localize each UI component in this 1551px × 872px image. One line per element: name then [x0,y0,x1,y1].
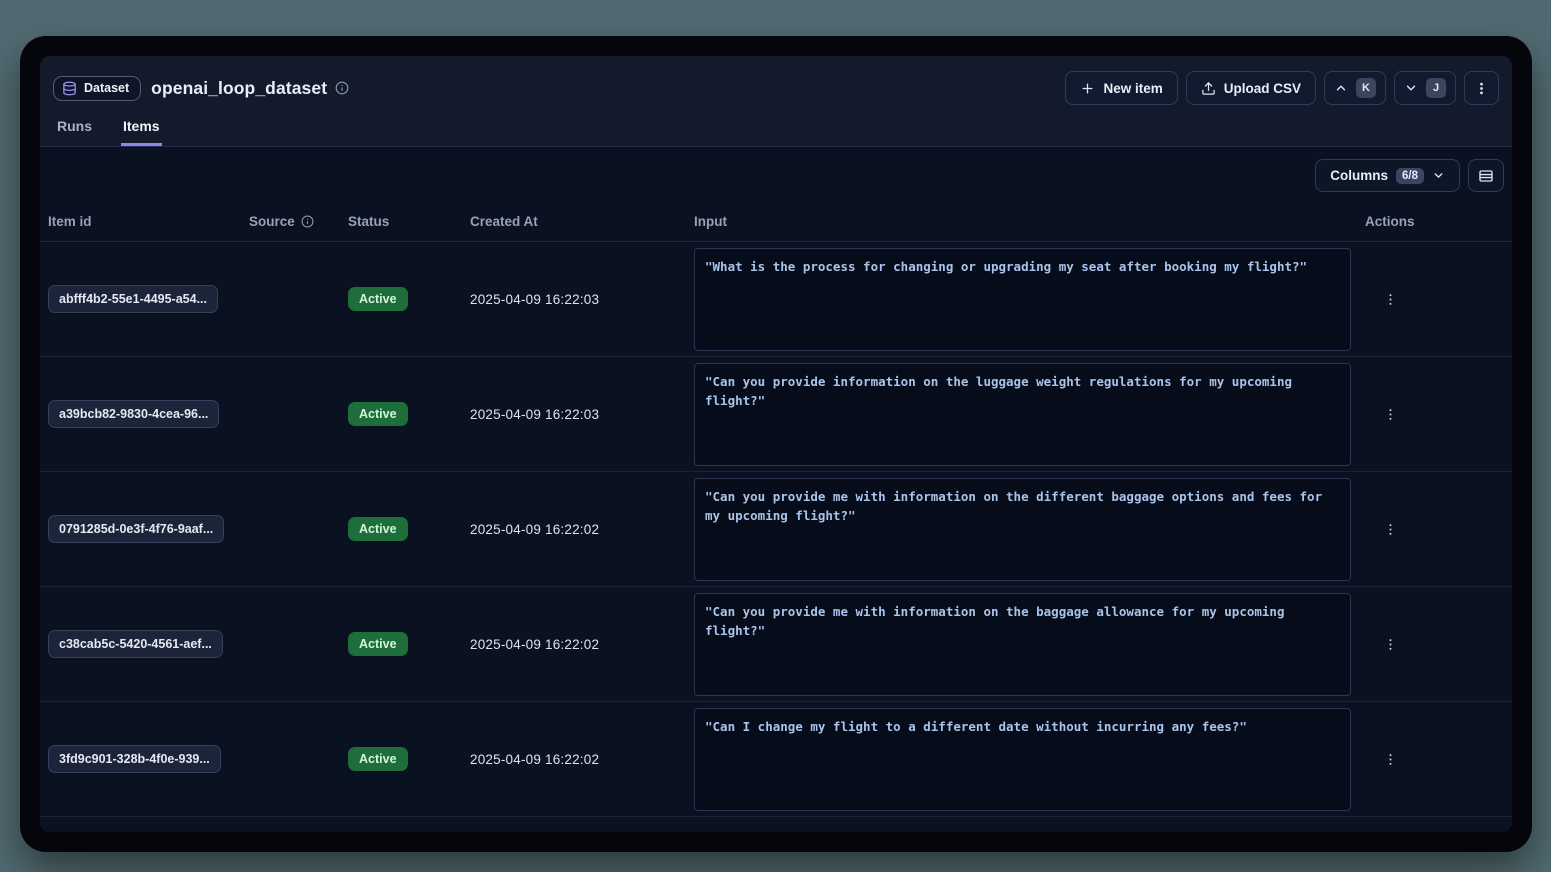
status-badge: Active [348,402,408,426]
database-icon [62,81,77,96]
row-actions-button[interactable] [1375,629,1405,659]
items-view: Columns 6/8 Item id Source Status Create [40,147,1512,832]
shortcut-key-k: K [1356,78,1376,98]
status-badge: Active [348,287,408,311]
chevron-up-icon [1334,81,1348,95]
page-header: Dataset openai_loop_dataset New item Upl… [40,56,1512,147]
input-text: "Can I change my flight to a different d… [705,719,1247,734]
status-badge: Active [348,517,408,541]
status-badge: Active [348,747,408,771]
created-at-value: 2025-04-09 16:22:03 [462,407,686,422]
vertical-dots-icon [1383,637,1398,652]
table-header-row: Item id Source Status Created At Input A… [40,202,1512,242]
vertical-dots-icon [1383,752,1398,767]
status-badge: Active [348,632,408,656]
upload-csv-button[interactable]: Upload CSV [1186,71,1316,105]
created-at-value: 2025-04-09 16:22:02 [462,637,686,652]
tab-runs[interactable]: Runs [55,114,94,146]
input-preview-box[interactable]: "Can you provide me with information on … [694,478,1351,581]
row-height-button[interactable] [1468,159,1504,192]
columns-button[interactable]: Columns 6/8 [1315,159,1460,192]
table-row: 0791285d-0e3f-4f76-9aaf... Active 2025-0… [40,472,1512,587]
input-preview-box[interactable]: "Can you provide information on the lugg… [694,363,1351,466]
page-title: openai_loop_dataset [151,78,327,99]
dataset-info-icon[interactable] [335,81,349,95]
table-row: abfff4b2-55e1-4495-a54... Active 2025-04… [40,242,1512,357]
created-at-value: 2025-04-09 16:22:03 [462,292,686,307]
column-header-item-id[interactable]: Item id [40,214,241,229]
app-window: Dataset openai_loop_dataset New item Upl… [20,36,1532,852]
plus-icon [1080,81,1095,96]
dataset-badge-label: Dataset [84,81,129,95]
vertical-dots-icon [1474,81,1489,96]
tab-bar: Runs Items [53,114,1499,146]
input-preview-box[interactable]: "What is the process for changing or upg… [694,248,1351,351]
new-item-button[interactable]: New item [1065,71,1177,105]
table-body: abfff4b2-55e1-4495-a54... Active 2025-04… [40,242,1512,817]
vertical-dots-icon [1383,522,1398,537]
previous-item-button[interactable]: K [1324,71,1386,105]
row-actions-button[interactable] [1375,284,1405,314]
info-circle-icon [301,215,314,228]
item-id-badge[interactable]: 3fd9c901-328b-4f0e-939... [48,745,221,773]
row-actions-button[interactable] [1375,514,1405,544]
input-preview-box[interactable]: "Can you provide me with information on … [694,593,1351,696]
column-header-source[interactable]: Source [241,214,340,229]
header-actions: New item Upload CSV K J [1065,71,1499,105]
table-toolbar: Columns 6/8 [40,147,1512,202]
upload-arrow-icon [1201,81,1216,96]
item-id-badge[interactable]: abfff4b2-55e1-4495-a54... [48,285,218,313]
table-row: c38cab5c-5420-4561-aef... Active 2025-04… [40,587,1512,702]
item-id-badge[interactable]: 0791285d-0e3f-4f76-9aaf... [48,515,224,543]
shortcut-key-j: J [1426,78,1446,98]
vertical-dots-icon [1383,292,1398,307]
created-at-value: 2025-04-09 16:22:02 [462,752,686,767]
input-text: "Can you provide me with information on … [705,604,1292,638]
chevron-down-icon [1404,81,1418,95]
table-row: a39bcb82-9830-4cea-96... Active 2025-04-… [40,357,1512,472]
input-text: "Can you provide me with information on … [705,489,1330,523]
dataset-page: Dataset openai_loop_dataset New item Upl… [40,56,1512,832]
item-id-badge[interactable]: c38cab5c-5420-4561-aef... [48,630,223,658]
item-id-badge[interactable]: a39bcb82-9830-4cea-96... [48,400,219,428]
row-actions-button[interactable] [1375,744,1405,774]
chevron-down-icon [1432,169,1445,182]
more-options-button[interactable] [1464,71,1499,105]
input-text: "What is the process for changing or upg… [705,259,1307,274]
input-preview-box[interactable]: "Can I change my flight to a different d… [694,708,1351,811]
row-actions-button[interactable] [1375,399,1405,429]
column-header-created-at[interactable]: Created At [462,214,686,229]
items-table: Item id Source Status Created At Input A… [40,202,1512,832]
next-item-button[interactable]: J [1394,71,1456,105]
dataset-entity-badge[interactable]: Dataset [53,76,141,101]
tab-items[interactable]: Items [121,114,162,146]
columns-count-badge: 6/8 [1396,168,1424,184]
column-header-status[interactable]: Status [340,214,462,229]
vertical-dots-icon [1383,407,1398,422]
column-header-actions: Actions [1357,214,1512,229]
rows-icon [1478,168,1494,184]
table-row: 3fd9c901-328b-4f0e-939... Active 2025-04… [40,702,1512,817]
column-header-input[interactable]: Input [686,214,1357,229]
input-text: "Can you provide information on the lugg… [705,374,1300,408]
created-at-value: 2025-04-09 16:22:02 [462,522,686,537]
